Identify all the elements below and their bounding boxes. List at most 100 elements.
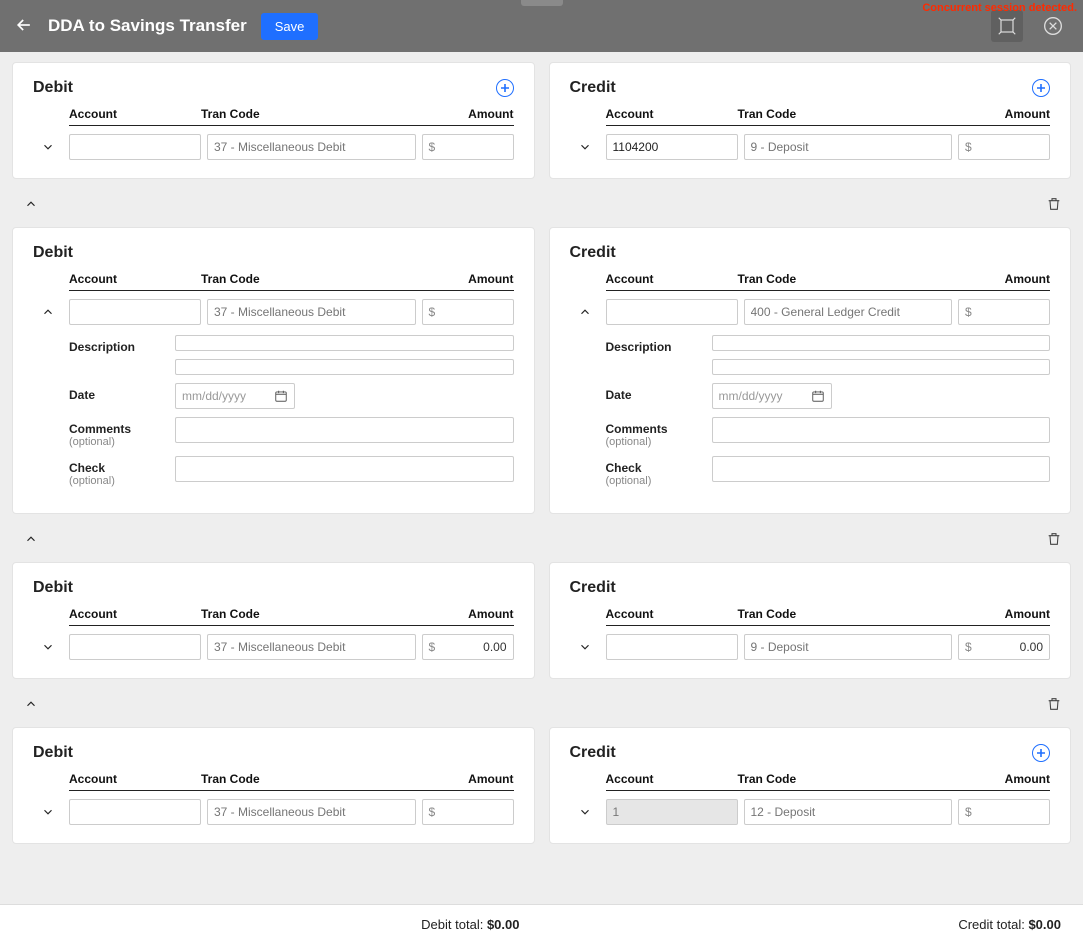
group-collapse-toggle[interactable] — [16, 191, 46, 217]
amount-input[interactable]: $ — [422, 799, 514, 825]
description-input-1[interactable] — [712, 335, 1051, 351]
trancode-input[interactable] — [207, 134, 416, 160]
amount-input[interactable]: $ 0.00 — [422, 634, 514, 660]
date-placeholder: mm/dd/yyyy — [719, 389, 811, 403]
account-input[interactable] — [606, 134, 738, 160]
col-trancode: Tran Code — [201, 272, 422, 286]
label-date: Date — [606, 383, 702, 402]
col-amount: Amount — [422, 772, 514, 786]
debit-total-value: $0.00 — [487, 917, 520, 932]
amount-input[interactable]: $ — [422, 134, 514, 160]
fullscreen-icon[interactable] — [991, 10, 1023, 42]
col-account: Account — [69, 107, 201, 121]
delete-group-icon[interactable] — [1041, 691, 1067, 717]
add-credit-icon[interactable] — [1032, 79, 1050, 97]
col-trancode: Tran Code — [738, 607, 959, 621]
account-input[interactable] — [69, 299, 201, 325]
close-icon[interactable] — [1037, 10, 1069, 42]
delete-group-icon[interactable] — [1041, 526, 1067, 552]
col-account: Account — [606, 272, 738, 286]
label-check: Check (optional) — [606, 456, 702, 487]
trancode-input[interactable] — [744, 634, 953, 660]
card-title-credit: Credit — [570, 79, 616, 97]
label-check-text: Check — [606, 461, 642, 475]
add-debit-icon[interactable] — [496, 79, 514, 97]
expand-toggle[interactable] — [33, 134, 63, 160]
trancode-input[interactable] — [744, 134, 953, 160]
date-placeholder: mm/dd/yyyy — [182, 389, 274, 403]
col-account: Account — [69, 607, 201, 621]
window-drag-handle[interactable] — [521, 0, 563, 6]
label-comments: Comments (optional) — [69, 417, 165, 448]
currency-symbol: $ — [429, 805, 436, 819]
expand-toggle[interactable] — [570, 299, 600, 325]
group-toolbar — [0, 683, 1083, 717]
label-date: Date — [69, 383, 165, 402]
col-trancode: Tran Code — [201, 107, 422, 121]
card-title-credit: Credit — [570, 744, 616, 762]
trancode-input[interactable] — [207, 634, 416, 660]
group-collapse-toggle[interactable] — [16, 526, 46, 552]
account-input[interactable] — [69, 799, 201, 825]
trancode-input[interactable] — [744, 799, 953, 825]
comments-input[interactable] — [175, 417, 514, 443]
amount-input[interactable]: $ 0.00 — [958, 634, 1050, 660]
amount-input[interactable]: $ — [422, 299, 514, 325]
account-input[interactable] — [606, 299, 738, 325]
card-title-debit: Debit — [33, 79, 73, 97]
currency-symbol: $ — [965, 305, 972, 319]
check-input[interactable] — [175, 456, 514, 482]
entry-group: Debit Account Tran Code Amount $ — [0, 717, 1083, 848]
col-trancode: Tran Code — [738, 772, 959, 786]
expand-toggle[interactable] — [33, 299, 63, 325]
label-description: Description — [606, 335, 702, 354]
expand-toggle[interactable] — [570, 799, 600, 825]
col-trancode: Tran Code — [738, 272, 959, 286]
expand-toggle[interactable] — [570, 134, 600, 160]
description-input-2[interactable] — [175, 359, 514, 375]
card-title-debit: Debit — [33, 744, 73, 762]
trancode-input[interactable] — [207, 799, 416, 825]
col-amount: Amount — [958, 772, 1050, 786]
entry-group: Debit Account Tran Code Amount $ — [0, 217, 1083, 518]
group-collapse-toggle[interactable] — [16, 691, 46, 717]
description-input-1[interactable] — [175, 335, 514, 351]
debit-card: Debit Account Tran Code Amount $ — [12, 62, 535, 179]
main-scroll[interactable]: Debit Account Tran Code Amount $ — [0, 52, 1083, 904]
col-trancode: Tran Code — [201, 607, 422, 621]
card-title-debit: Debit — [33, 579, 73, 597]
label-optional: (optional) — [606, 475, 702, 487]
save-button[interactable]: Save — [261, 13, 319, 40]
check-input[interactable] — [712, 456, 1051, 482]
expand-toggle[interactable] — [570, 634, 600, 660]
description-input-2[interactable] — [712, 359, 1051, 375]
delete-group-icon[interactable] — [1041, 191, 1067, 217]
amount-input[interactable]: $ — [958, 799, 1050, 825]
credit-total-label: Credit total: — [958, 917, 1024, 932]
expand-toggle[interactable] — [33, 799, 63, 825]
label-optional: (optional) — [69, 475, 165, 487]
account-input[interactable] — [69, 134, 201, 160]
group-toolbar — [0, 183, 1083, 217]
back-arrow-icon[interactable] — [14, 15, 34, 38]
date-input[interactable]: mm/dd/yyyy — [712, 383, 832, 409]
label-check: Check (optional) — [69, 456, 165, 487]
col-account: Account — [69, 772, 201, 786]
expand-toggle[interactable] — [33, 634, 63, 660]
add-credit-icon[interactable] — [1032, 744, 1050, 762]
amount-input[interactable]: $ — [958, 134, 1050, 160]
comments-input[interactable] — [712, 417, 1051, 443]
account-input[interactable] — [69, 634, 201, 660]
label-optional: (optional) — [606, 436, 702, 448]
credit-card: Credit Account Tran Code Amount $ 0.00 — [549, 562, 1072, 679]
amount-input[interactable]: $ — [958, 299, 1050, 325]
calendar-icon — [811, 389, 825, 403]
amount-value: 0.00 — [435, 640, 506, 654]
account-input[interactable] — [606, 799, 738, 825]
date-input[interactable]: mm/dd/yyyy — [175, 383, 295, 409]
trancode-input[interactable] — [744, 299, 953, 325]
session-warning: Concurrent session detected. — [922, 2, 1077, 14]
trancode-input[interactable] — [207, 299, 416, 325]
col-amount: Amount — [958, 107, 1050, 121]
account-input[interactable] — [606, 634, 738, 660]
